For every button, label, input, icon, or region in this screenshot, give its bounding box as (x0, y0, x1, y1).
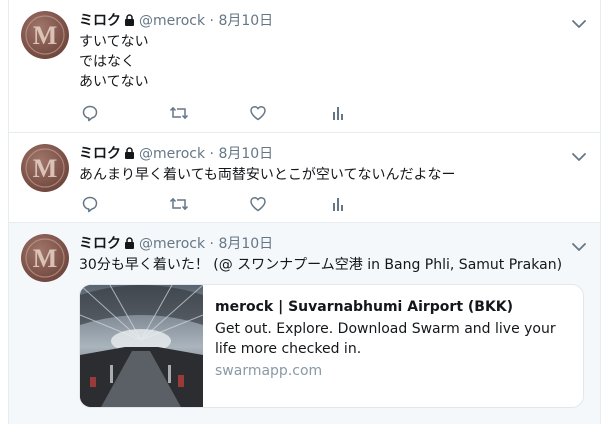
timestamp[interactable]: 8月10日 (218, 236, 273, 252)
tweet-header: ミロク @merock · 8月10日 (79, 144, 273, 164)
lock-icon (124, 12, 135, 32)
timeline: M ミロク @merock · 8月10日 すいてない ではなく あいてない M… (0, 0, 609, 424)
card-domain[interactable]: swarmapp.com (215, 361, 575, 381)
tweet[interactable]: M ミロク @merock · 8月10日 すいてない ではなく あいてない (8, 0, 601, 133)
card-content[interactable]: merock | Suvarnabhumi Airport (BKK) Get … (215, 297, 575, 381)
avatar[interactable]: M (21, 234, 69, 282)
separator: · (209, 13, 214, 29)
tweet-text-line: ではなく (79, 54, 135, 70)
tweet[interactable]: M ミロク @merock · 8月10日 あんまり早く着いても両替安いとこが空い… (8, 133, 601, 223)
user-handle[interactable]: @merock (139, 146, 205, 162)
chevron-down-icon[interactable] (572, 237, 586, 256)
retweet-icon[interactable] (169, 195, 189, 213)
lock-icon (124, 235, 135, 255)
card-image[interactable] (80, 285, 204, 407)
chevron-down-icon[interactable] (572, 147, 586, 166)
tweet-text: あんまり早く着いても両替安いとこが空いてないんだよなー (79, 165, 455, 185)
user-handle[interactable]: @merock (139, 13, 205, 29)
tweet-text: すいてない ではなく あいてない (79, 32, 149, 92)
timestamp[interactable]: 8月10日 (218, 13, 273, 29)
heart-icon[interactable] (249, 195, 267, 213)
avatar[interactable]: M (21, 144, 69, 192)
reply-icon[interactable] (81, 195, 99, 213)
user-handle[interactable]: @merock (139, 236, 205, 252)
tweet-header: ミロク @merock · 8月10日 (79, 234, 273, 254)
tweet-text-line: 30分も早く着いた！ (@ スワンナプーム空港 in Bang Phli, Sa… (79, 257, 563, 273)
tweet-text: 30分も早く着いた！ (@ スワンナプーム空港 in Bang Phli, Sa… (79, 255, 562, 275)
svg-text:M: M (33, 244, 58, 273)
analytics-icon[interactable] (329, 195, 347, 213)
tweet-actions (81, 195, 343, 213)
separator: · (209, 146, 214, 162)
display-name[interactable]: ミロク (79, 13, 121, 29)
card-title[interactable]: merock | Suvarnabhumi Airport (BKK) (215, 297, 575, 317)
display-name[interactable]: ミロク (79, 146, 121, 162)
reply-icon[interactable] (81, 104, 99, 122)
tweet-header: ミロク @merock · 8月10日 (79, 11, 273, 31)
card-description: Get out. Explore. Download Swarm and liv… (215, 321, 556, 357)
link-card[interactable]: merock | Suvarnabhumi Airport (BKK) Get … (79, 284, 584, 408)
tweet[interactable]: M ミロク @merock · 8月10日 30分も早く着いた！ (@ スワンナプ… (8, 223, 601, 424)
display-name[interactable]: ミロク (79, 236, 121, 252)
svg-text:M: M (33, 21, 58, 50)
analytics-icon[interactable] (329, 104, 347, 122)
tweet-text-line: あんまり早く着いても両替安いとこが空いてないんだよなー (79, 167, 456, 183)
tweet-text-line: あいてない (79, 74, 149, 90)
separator: · (209, 236, 214, 252)
retweet-icon[interactable] (169, 104, 189, 122)
chevron-down-icon[interactable] (572, 14, 586, 33)
tweet-text-line: すいてない (79, 34, 149, 50)
timestamp[interactable]: 8月10日 (218, 146, 273, 162)
lock-icon (124, 145, 135, 165)
avatar[interactable]: M (21, 11, 69, 59)
tweet-actions (81, 104, 343, 122)
svg-text:M: M (33, 154, 58, 183)
heart-icon[interactable] (249, 104, 267, 122)
